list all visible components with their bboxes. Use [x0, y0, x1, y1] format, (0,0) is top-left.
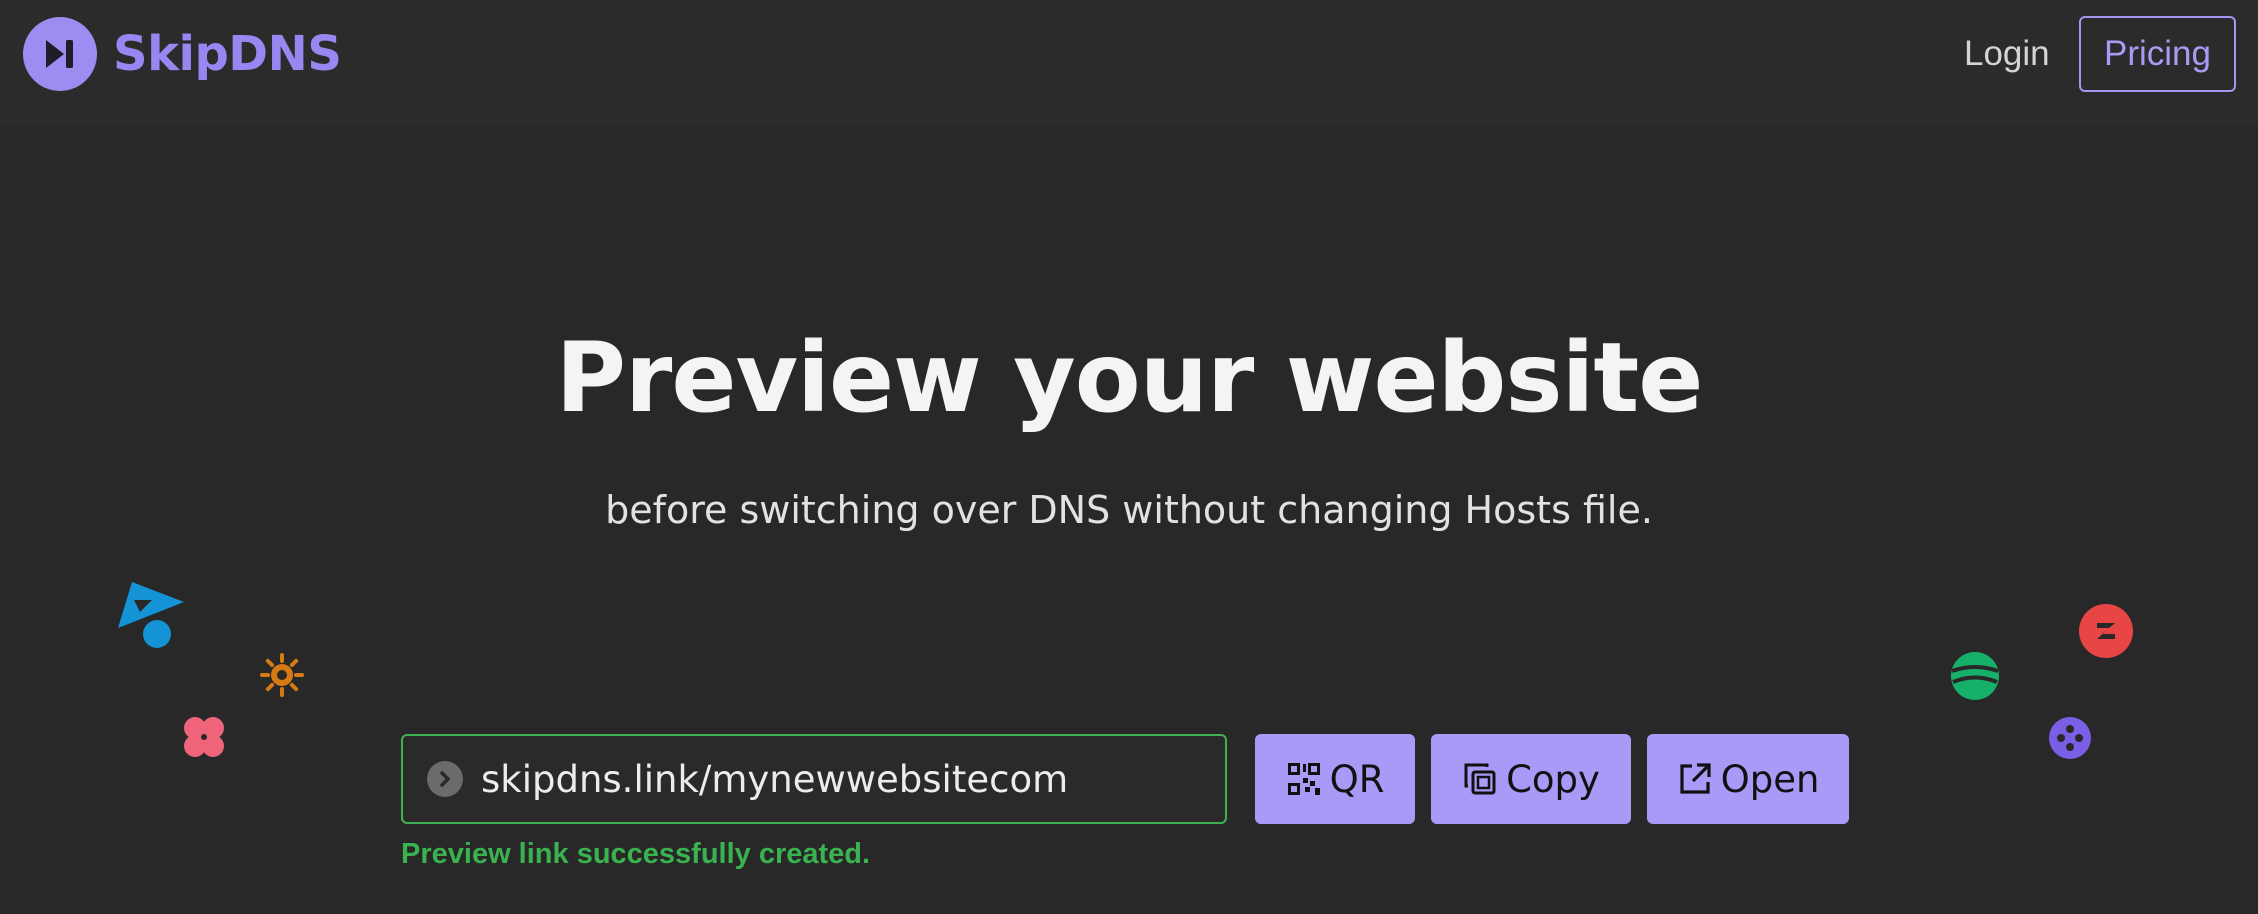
qr-button[interactable]: QR: [1255, 734, 1415, 824]
brand-logo-link[interactable]: SkipDNS: [23, 17, 342, 91]
copy-icon: [1464, 763, 1496, 795]
preview-link-field[interactable]: skipdns.link/mynewwebsitecom: [401, 734, 1227, 824]
striped-globe-decoration: [1951, 652, 1999, 700]
dots-circle-decoration: [2049, 717, 2091, 759]
pricing-button[interactable]: Pricing: [2079, 16, 2236, 92]
chevron-right-icon: [427, 761, 463, 797]
sun-decoration: [260, 653, 304, 697]
qr-label: QR: [1329, 757, 1385, 801]
triangle-circle-decoration: [118, 582, 184, 648]
brand-name: SkipDNS: [113, 26, 342, 82]
qr-code-icon: [1287, 763, 1320, 795]
skip-forward-icon: [23, 17, 97, 91]
external-link-icon: [1679, 763, 1711, 794]
open-button[interactable]: Open: [1647, 734, 1849, 824]
lightning-circle-decoration: [2079, 604, 2133, 658]
hero-title: Preview your website: [555, 322, 1704, 434]
hero-subtitle: before switching over DNS without changi…: [605, 488, 1653, 532]
preview-link-text[interactable]: skipdns.link/mynewwebsitecom: [481, 758, 1068, 801]
open-label: Open: [1720, 757, 1820, 801]
login-link[interactable]: Login: [1964, 30, 2050, 78]
flower-decoration: [184, 717, 224, 757]
copy-button[interactable]: Copy: [1431, 734, 1631, 824]
success-message: Preview link successfully created.: [401, 838, 871, 870]
top-nav: SkipDNS Login Pricing: [0, 0, 2258, 126]
copy-label: Copy: [1506, 757, 1600, 801]
